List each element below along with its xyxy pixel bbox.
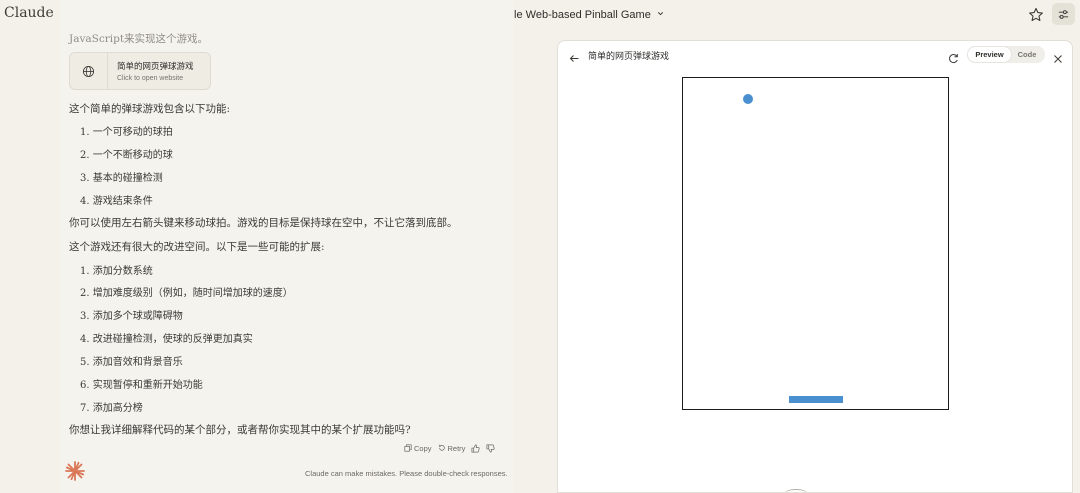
list-item: 4. 改进碰撞检测，使球的反弹更加真实	[80, 334, 253, 345]
list-item: 4. 游戏结束条件	[80, 196, 153, 207]
star-icon[interactable]	[1027, 6, 1045, 24]
thumbs-up-icon[interactable]	[471, 444, 481, 453]
list-item: 2. 增加难度级别（例如，随时间增加球的速度）	[80, 288, 293, 299]
settings-sliders-icon[interactable]	[1052, 3, 1075, 25]
copy-button[interactable]: Copy	[404, 444, 432, 453]
list-item: 1. 一个可移动的球拍	[80, 127, 173, 138]
extensions-intro: 这个游戏还有很大的改进空间。以下是一些可能的扩展:	[69, 241, 325, 253]
list-item: 1. 添加分数系统	[80, 266, 153, 277]
artifact-title: 简单的网页弹球游戏	[588, 52, 670, 62]
retry-button[interactable]: Retry	[438, 443, 466, 453]
copy-icon	[404, 444, 412, 452]
game-paddle	[789, 396, 843, 403]
claude-logo-icon	[64, 460, 86, 482]
closing-question: 你想让我详细解释代码的某个部分，或者帮你实现其中的某个扩展功能吗?	[69, 424, 411, 436]
message-actions: Copy Retry	[404, 442, 496, 454]
scroll-indicator	[784, 489, 808, 492]
game-canvas[interactable]	[682, 77, 949, 410]
chevron-down-icon	[656, 9, 665, 21]
artifact-panel: 简单的网页弹球游戏 Preview Code	[557, 40, 1073, 493]
tab-preview[interactable]: Preview	[968, 47, 1011, 62]
app-brand[interactable]: Claude	[4, 5, 54, 21]
preview-code-toggle: Preview Code	[967, 46, 1045, 63]
arrow-left-icon[interactable]	[569, 49, 580, 62]
artifact-card[interactable]: 简单的网页弹球游戏 Click to open website	[69, 52, 211, 90]
artifact-panel-header: 简单的网页弹球游戏 Preview Code	[558, 41, 1072, 70]
list-item: 5. 添加音效和背景音乐	[80, 357, 183, 368]
list-item: 7. 添加高分榜	[80, 403, 143, 414]
game-ball	[743, 94, 753, 104]
close-icon[interactable]	[1053, 49, 1063, 63]
artifact-card-title: 简单的网页弹球游戏	[117, 61, 194, 71]
retry-icon	[438, 444, 445, 451]
list-item: 3. 基本的碰撞检测	[80, 173, 163, 184]
features-intro: 这个简单的弹球游戏包含以下功能:	[69, 103, 231, 115]
list-item: 3. 添加多个球或障碍物	[80, 311, 183, 322]
controls-text: 你可以使用左右箭头键来移动球拍。游戏的目标是保持球在空中，不让它落到底部。	[69, 217, 458, 229]
list-item: 2. 一个不断移动的球	[80, 150, 173, 161]
artifact-card-subtitle: Click to open website	[117, 75, 184, 82]
list-item: 6. 实现暂停和重新开始功能	[80, 380, 203, 391]
chat-text-faded: JavaScript来实现这个游戏。	[69, 33, 209, 45]
thumbs-down-icon[interactable]	[486, 444, 496, 453]
retry-label: Retry	[447, 443, 466, 453]
tab-code[interactable]: Code	[1011, 47, 1043, 62]
disclaimer-text: Claude can make mistakes. Please double-…	[305, 469, 508, 478]
globe-icon	[70, 53, 108, 89]
refresh-icon[interactable]	[948, 49, 959, 64]
copy-label: Copy	[414, 443, 432, 453]
